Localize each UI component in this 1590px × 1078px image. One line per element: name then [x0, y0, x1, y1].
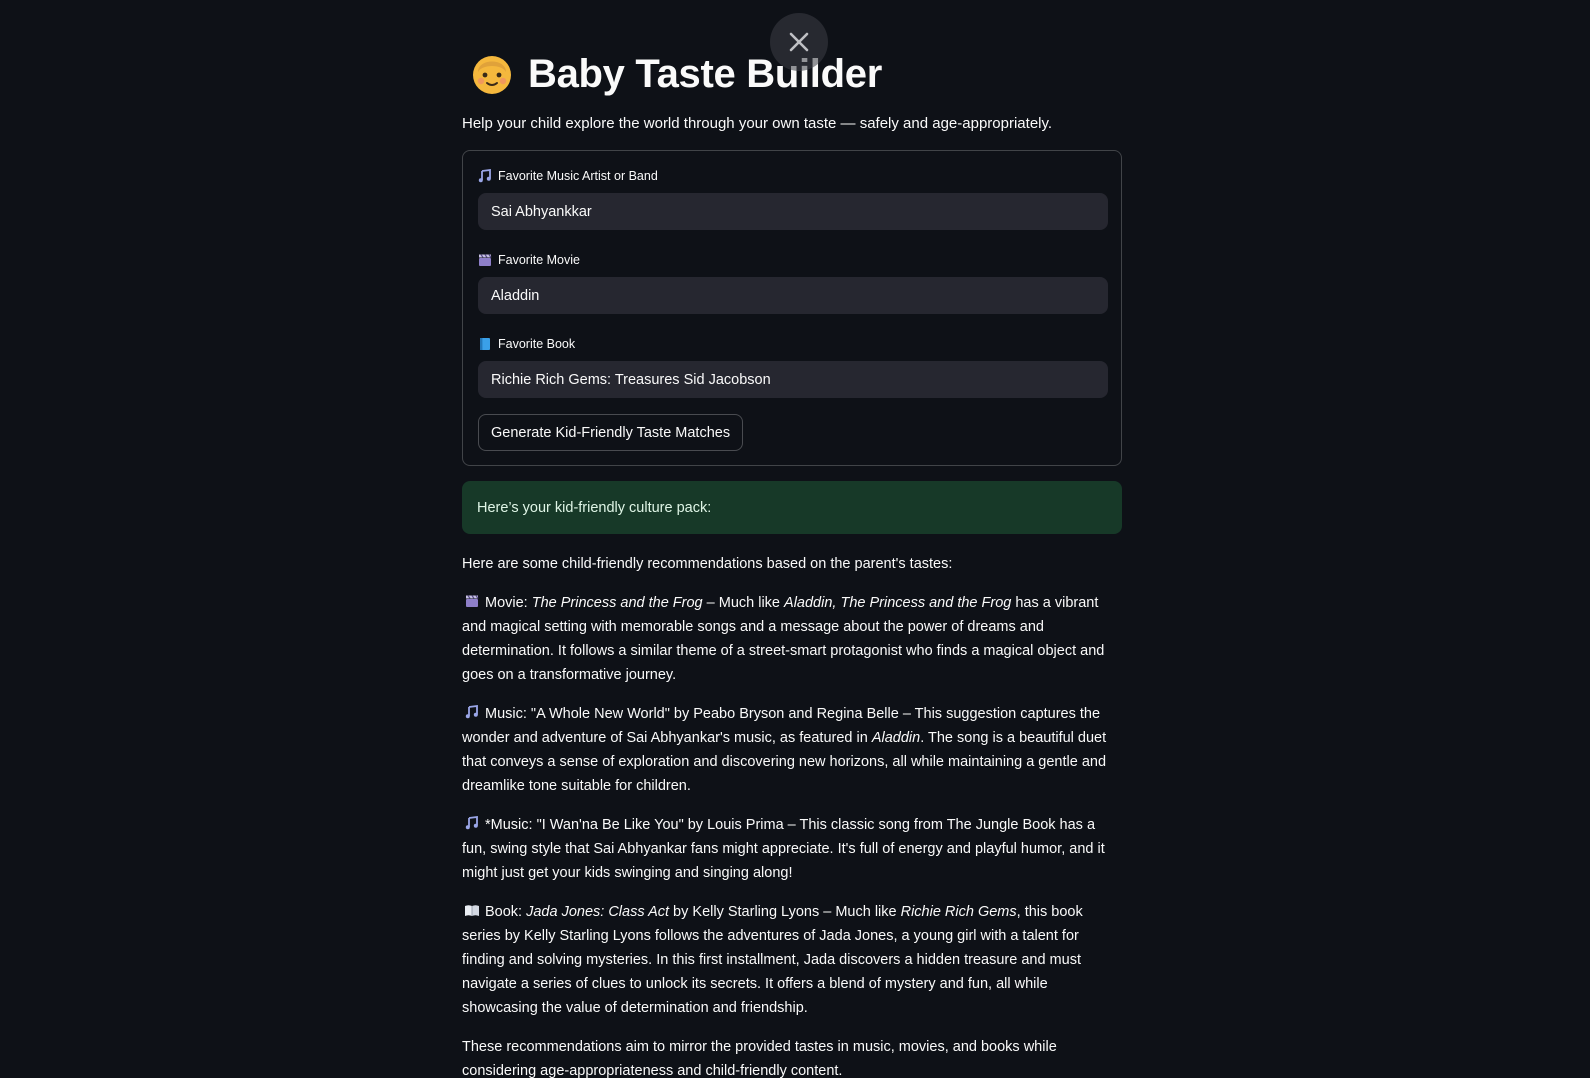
music-recommendation-2: *Music: "I Wan'na Be Like You" by Louis …: [462, 813, 1122, 885]
movie-rec-ref: Aladdin, The Princess and the Frog: [784, 595, 1012, 611]
page-title: Baby Taste Builder: [528, 51, 882, 96]
results-closing: These recommendations aim to mirror the …: [462, 1039, 1057, 1078]
music-label-text: Favorite Music Artist or Band: [498, 169, 658, 183]
book-rec-ref: Richie Rich Gems: [900, 904, 1017, 920]
music-note-icon: [465, 816, 478, 830]
results-intro: Here are some child-friendly recommendat…: [462, 556, 953, 572]
music-note-icon: [478, 169, 492, 183]
movie-rec-prefix: Movie:: [485, 595, 532, 611]
music2-text: *Music: "I Wan'na Be Like You" by Louis …: [462, 817, 1105, 881]
movie-recommendation: Movie: The Princess and the Frog – Much …: [462, 591, 1122, 687]
success-alert: Here’s your kid-friendly culture pack:: [462, 481, 1122, 534]
taste-form: Favorite Music Artist or Band Sai Abhyan…: [462, 150, 1122, 466]
book-rec-title: Jada Jones: Class Act: [526, 904, 670, 920]
music-recommendation-1: Music: "A Whole New World" by Peabo Brys…: [462, 702, 1122, 798]
music1-ref: Aladdin: [871, 730, 921, 746]
clapperboard-icon: [478, 253, 492, 267]
book-input[interactable]: Richie Rich Gems: Treasures Sid Jacobson: [478, 361, 1108, 398]
movie-input[interactable]: Aladdin: [478, 277, 1108, 314]
movie-field-label: Favorite Movie: [478, 251, 1106, 269]
movie-label-text: Favorite Movie: [498, 253, 580, 267]
recommendations: Here are some child-friendly recommendat…: [462, 552, 1122, 1078]
success-message: Here’s your kid-friendly culture pack:: [477, 499, 712, 516]
book-rec-body: , this book series by Kelly Starling Lyo…: [462, 904, 1083, 1016]
movie-rec-sep: – Much like: [702, 595, 785, 611]
music-artist-input[interactable]: Sai Abhyankkar: [478, 193, 1108, 230]
blue-book-icon: [478, 337, 492, 351]
book-label-text: Favorite Book: [498, 337, 576, 351]
app-page: Baby Taste Builder Help your child explo…: [0, 0, 1590, 1078]
book-rec-prefix: Book:: [485, 904, 527, 920]
close-button[interactable]: [770, 13, 828, 71]
book-field-label: Favorite Book: [478, 335, 1106, 353]
page-subtitle: Help your child explore the world throug…: [462, 115, 1053, 132]
movie-rec-title: The Princess and the Frog: [531, 595, 703, 611]
baby-icon: [473, 56, 511, 94]
main-content: Baby Taste Builder Help your child explo…: [462, 0, 1122, 1078]
book-rec-mid: by Kelly Starling Lyons – Much like: [669, 904, 901, 920]
generate-button[interactable]: Generate Kid-Friendly Taste Matches: [478, 414, 744, 451]
open-book-icon: [465, 905, 479, 916]
music-note-icon: [465, 705, 478, 719]
clapperboard-icon: [466, 595, 479, 607]
music-field-label: Favorite Music Artist or Band: [478, 167, 1106, 185]
book-recommendation: Book: Jada Jones: Class Act by Kelly Sta…: [462, 900, 1122, 1020]
close-icon: [789, 32, 809, 52]
